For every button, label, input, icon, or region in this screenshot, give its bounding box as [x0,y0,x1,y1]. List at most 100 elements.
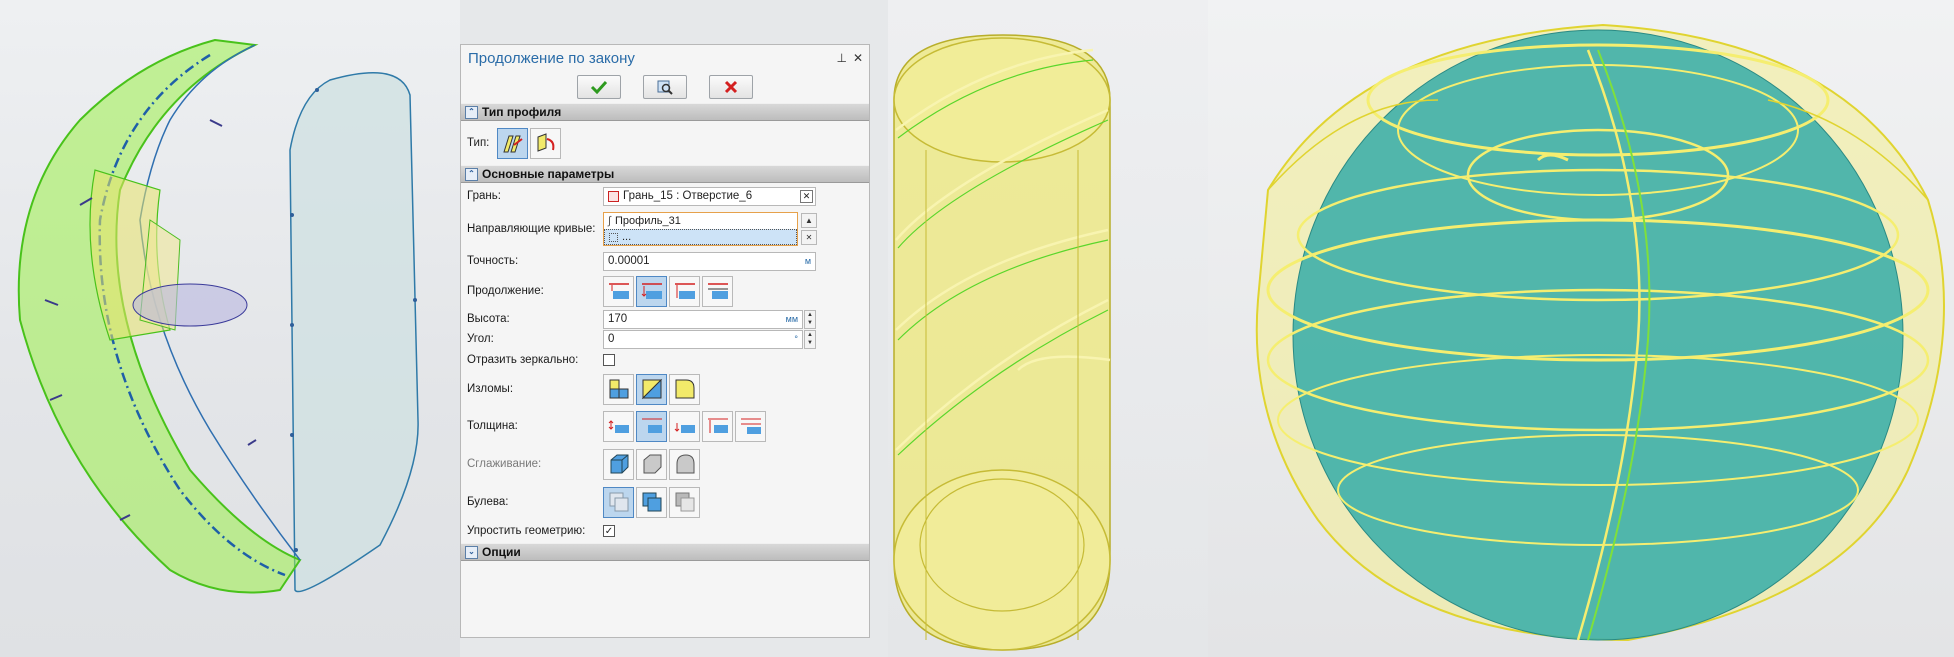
pin-icon[interactable]: ⊥ [836,51,846,65]
clear-face-icon[interactable]: ✕ [800,189,813,203]
thickness-mid-icon [608,420,629,433]
thickness-option-3[interactable] [669,410,700,442]
cancel-x-icon [724,80,738,94]
viewport-sphere-model[interactable] [1208,0,1954,657]
expand-icon: ⌄ [465,545,478,559]
kinks-label: Изломы: [467,383,514,395]
precision-unit: м [804,255,811,266]
remove-item-button[interactable]: ✕ [801,230,817,245]
list-item-label: Профиль_31 [615,215,681,227]
move-up-button[interactable]: ▲ [801,213,817,228]
spiral-cylinder-model [893,34,1111,651]
collapse-icon: ⌃ [465,105,478,119]
boolean-option-2[interactable] [636,486,667,518]
section-title: Опции [482,545,521,559]
profile-sweep-icon [502,135,523,153]
smooth-round-icon [676,454,694,474]
section-profile-type[interactable]: ⌃ Тип профиля [461,103,869,121]
continuation-option-1[interactable] [603,275,634,307]
kink-chamfer-icon [641,378,662,400]
angle-value: 0 [608,333,615,345]
close-icon[interactable]: ✕ [853,51,863,65]
angle-spinner[interactable]: ▲ ▼ [804,329,816,349]
boolean-option-3[interactable] [669,486,700,518]
section-options[interactable]: ⌄ Опции [461,543,869,561]
height-value: 170 [608,313,628,325]
profile-rotate-icon [537,133,554,152]
extend-both-icon [674,283,695,299]
angle-label: Угол: [467,333,494,345]
precision-value: 0.00001 [608,255,650,267]
viewport-cylinder-model[interactable] [888,0,1208,657]
profile-type-option-1[interactable] [497,127,528,159]
section-title: Основные параметры [482,167,615,181]
continuation-option-4[interactable] [702,275,733,307]
height-input[interactable]: 170 мм [603,309,803,329]
confirm-checkmark-icon [590,80,608,94]
cancel-button[interactable] [709,75,753,99]
precision-label: Точность: [467,255,519,267]
kinks-option-3[interactable] [669,373,700,405]
face-value: Грань_15 : Отверстие_6 [623,190,753,202]
section-main-params[interactable]: ⌃ Основные параметры [461,165,869,183]
kink-sharp-icon [609,379,628,399]
list-item-label: ... [622,231,632,243]
boolean-subtract-icon [675,492,694,512]
thickness-out-icon [641,418,662,433]
thickness-option-2[interactable] [636,410,667,442]
mirror-checkbox[interactable] [603,354,615,366]
smoothing-option-3[interactable] [669,448,700,480]
guide-curves-list[interactable]: ∫ Профиль_31 ... [603,212,798,246]
thickness-option-1[interactable] [603,410,634,442]
thickness-in-icon [674,423,695,433]
angle-input[interactable]: 0 ° [603,329,803,349]
empty-item-icon [609,232,618,242]
thickness-option-5[interactable] [735,410,766,442]
list-item[interactable]: ∫ Профиль_31 [604,213,797,229]
continuation-option-2[interactable] [636,275,667,307]
face-icon [608,190,619,202]
kink-round-icon [675,379,694,399]
thickness-option-4[interactable] [702,410,733,442]
simplify-label: Упростить геометрию: [467,525,586,537]
height-unit: мм [785,313,798,324]
section-title: Тип профиля [482,105,562,119]
list-item[interactable]: ... [604,229,797,245]
dialog-toolbar [461,71,869,103]
simplify-checkbox[interactable]: ✓ [603,525,615,537]
smooth-box-icon [610,454,628,474]
spiral-sphere-model [1255,23,1945,642]
continuation-label: Продолжение: [467,285,544,297]
ok-button[interactable] [577,75,621,99]
profile-type-option-2[interactable] [530,127,561,159]
thickness-offset-icon [740,418,761,434]
smoothing-option-2[interactable] [636,448,667,480]
boolean-option-1[interactable] [603,486,634,518]
boolean-new-body-icon [609,492,628,512]
kinks-option-2[interactable] [636,373,667,405]
precision-input[interactable]: 0.00001 м [603,251,816,271]
collapse-icon: ⌃ [465,167,478,181]
continuation-option-3[interactable] [669,275,700,307]
face-label: Грань: [467,190,501,202]
viewport-left-model[interactable] [0,0,460,657]
dialog-titlebar: Продолжение по закону ⊥ ✕ [461,45,869,71]
mirror-label: Отразить зеркально: [467,354,579,366]
bent-panel-model [17,38,419,594]
smoothing-option-1[interactable] [603,448,634,480]
smooth-chamfer-icon [643,454,661,474]
height-spinner[interactable]: ▲ ▼ [804,309,816,329]
face-field[interactable]: Грань_15 : Отверстие_6 ✕ [603,186,816,206]
guide-curves-label: Направляющие кривые: [467,223,596,235]
extend-offset-icon [707,283,728,299]
smoothing-label: Сглаживание: [467,458,542,470]
extend-down-icon [641,283,662,299]
preview-icon [657,80,673,95]
extend-up-icon [608,283,629,299]
thickness-label: Толщина: [467,420,518,432]
type-label: Тип: [467,137,490,149]
kinks-option-1[interactable] [603,373,634,405]
preview-button[interactable] [643,75,687,99]
height-label: Высота: [467,313,510,325]
curve-icon: ∫ [608,215,612,227]
